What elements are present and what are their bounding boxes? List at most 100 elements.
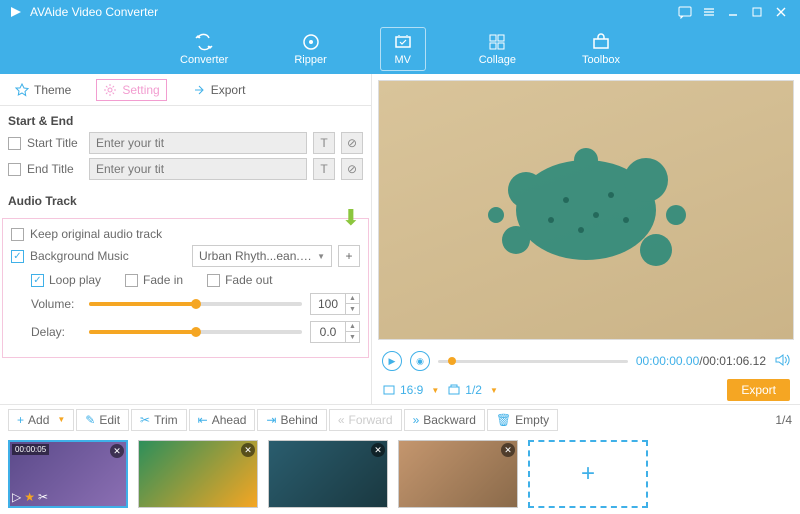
video-preview[interactable] xyxy=(378,80,794,340)
end-title-checkbox[interactable] xyxy=(8,163,21,176)
toolbox-icon xyxy=(591,32,611,52)
delay-down[interactable]: ▼ xyxy=(346,332,359,342)
nav-toolbox[interactable]: Toolbox xyxy=(569,27,633,71)
nav-collage-label: Collage xyxy=(479,54,516,66)
aspect-control[interactable]: 16:9 xyxy=(382,383,423,397)
aspect-dropdown[interactable]: ▼ xyxy=(431,386,439,395)
nav-mv[interactable]: MV xyxy=(380,27,426,71)
start-title-checkbox[interactable] xyxy=(8,137,21,150)
tab-theme[interactable]: Theme xyxy=(8,79,78,101)
end-title-input[interactable] xyxy=(89,158,307,180)
titlebar: AVAide Video Converter xyxy=(0,0,800,24)
start-title-text-button[interactable]: T xyxy=(313,132,335,154)
close-icon[interactable] xyxy=(770,1,792,23)
backward-button[interactable]: »Backward xyxy=(404,409,485,431)
loop-checkbox[interactable]: ✓ xyxy=(31,274,44,287)
bgm-label: Background Music xyxy=(30,249,129,263)
start-title-input[interactable] xyxy=(89,132,307,154)
add-clip-button[interactable]: + xyxy=(528,440,648,508)
export-button[interactable]: Export xyxy=(727,379,790,401)
feedback-icon[interactable] xyxy=(674,1,696,23)
app-title: AVAide Video Converter xyxy=(30,5,672,19)
converter-icon xyxy=(194,32,214,52)
remove-clip-icon[interactable]: ✕ xyxy=(371,443,385,457)
tab-setting[interactable]: Setting xyxy=(96,79,166,101)
plus-icon: + xyxy=(17,413,24,427)
nav-ripper[interactable]: Ripper xyxy=(281,27,339,71)
add-bgm-button[interactable]: + xyxy=(338,245,360,267)
player-controls: ▶ ◉ 00:00:00.00/00:01:06.12 xyxy=(372,346,800,376)
ahead-button[interactable]: ⇤Ahead xyxy=(189,409,256,431)
nav-toolbox-label: Toolbox xyxy=(582,54,620,66)
clip-thumbnail[interactable]: ✕ xyxy=(398,440,518,508)
tab-setting-label: Setting xyxy=(122,83,159,97)
remove-clip-icon[interactable]: ✕ xyxy=(241,443,255,457)
start-title-clear-button[interactable]: ⊘ xyxy=(341,132,363,154)
nav-converter-label: Converter xyxy=(180,54,228,66)
volume-down[interactable]: ▼ xyxy=(346,304,359,314)
remove-clip-icon[interactable]: ✕ xyxy=(501,443,515,457)
volume-icon[interactable] xyxy=(774,352,790,371)
end-title-text-button[interactable]: T xyxy=(313,158,335,180)
gear-icon xyxy=(103,83,117,97)
fadeout-checkbox[interactable] xyxy=(207,274,220,287)
add-button[interactable]: +Add▼ xyxy=(8,409,74,431)
trash-icon: 🗑 xyxy=(496,413,511,427)
panel-tabs: Theme Setting Export xyxy=(0,74,371,106)
delay-up[interactable]: ▲ xyxy=(346,322,359,332)
nav-converter[interactable]: Converter xyxy=(167,27,241,71)
behind-button[interactable]: ⇥Behind xyxy=(257,409,326,431)
scissors-icon: ✂ xyxy=(140,413,150,427)
edit-button[interactable]: ✎Edit xyxy=(76,409,129,431)
volume-stepper[interactable]: 100▲▼ xyxy=(310,293,360,315)
volume-slider[interactable] xyxy=(89,302,302,306)
remove-clip-icon[interactable]: ✕ xyxy=(110,444,124,458)
collage-icon xyxy=(487,32,507,52)
start-end-heading: Start & End xyxy=(8,114,363,128)
player-time: 00:00:00.00/00:01:06.12 xyxy=(636,354,766,368)
arrow-annotation-icon: ⬇ xyxy=(342,205,360,231)
mv-icon xyxy=(393,32,413,52)
clip-thumbnail[interactable]: ✕ xyxy=(268,440,388,508)
keep-audio-checkbox[interactable] xyxy=(11,228,24,241)
thumbnail-strip: 00:00:05 ✕ ▷★✂ ✕ ✕ ✕ + xyxy=(0,434,800,514)
empty-button[interactable]: 🗑Empty xyxy=(487,409,558,431)
delay-stepper[interactable]: 0.0▲▼ xyxy=(310,321,360,343)
play-button[interactable]: ▶ xyxy=(382,351,402,371)
delay-label: Delay: xyxy=(31,325,81,339)
clip-controls: ▷★✂ xyxy=(12,490,48,504)
nav-mv-label: MV xyxy=(394,54,411,66)
ahead-icon: ⇤ xyxy=(198,413,208,427)
bgm-checkbox[interactable]: ✓ xyxy=(11,250,24,263)
audio-section: Audio Track xyxy=(0,186,371,214)
maximize-icon[interactable] xyxy=(746,1,768,23)
main-nav: Converter Ripper MV Collage Toolbox xyxy=(0,24,800,74)
app-logo-icon xyxy=(8,4,24,20)
backward-icon: » xyxy=(413,413,420,427)
bgm-select[interactable]: Urban Rhyth...ean.amr.amr ▼ xyxy=(192,245,332,267)
fadeout-label: Fade out xyxy=(225,273,272,287)
fadein-label: Fade in xyxy=(143,273,183,287)
nav-collage[interactable]: Collage xyxy=(466,27,529,71)
delay-value: 0.0 xyxy=(311,325,345,339)
delay-slider[interactable] xyxy=(89,330,302,334)
tab-export[interactable]: Export xyxy=(185,79,253,101)
progress-bar[interactable] xyxy=(438,360,628,363)
clip-thumbnail[interactable]: ✕ xyxy=(138,440,258,508)
menu-icon[interactable] xyxy=(698,1,720,23)
volume-value: 100 xyxy=(311,297,345,311)
wand-icon: ✎ xyxy=(85,413,95,427)
fadein-checkbox[interactable] xyxy=(125,274,138,287)
minimize-icon[interactable] xyxy=(722,1,744,23)
page-dropdown[interactable]: ▼ xyxy=(490,386,498,395)
end-title-clear-button[interactable]: ⊘ xyxy=(341,158,363,180)
theme-icon xyxy=(15,83,29,97)
clip-thumbnail[interactable]: 00:00:05 ✕ ▷★✂ xyxy=(8,440,128,508)
page-control[interactable]: 1/2 xyxy=(447,383,482,397)
volume-up[interactable]: ▲ xyxy=(346,294,359,304)
trim-button[interactable]: ✂Trim xyxy=(131,409,187,431)
tab-export-label: Export xyxy=(211,83,246,97)
clip-duration: 00:00:05 xyxy=(12,444,49,455)
snapshot-button[interactable]: ◉ xyxy=(410,351,430,371)
forward-button[interactable]: «Forward xyxy=(329,409,402,431)
